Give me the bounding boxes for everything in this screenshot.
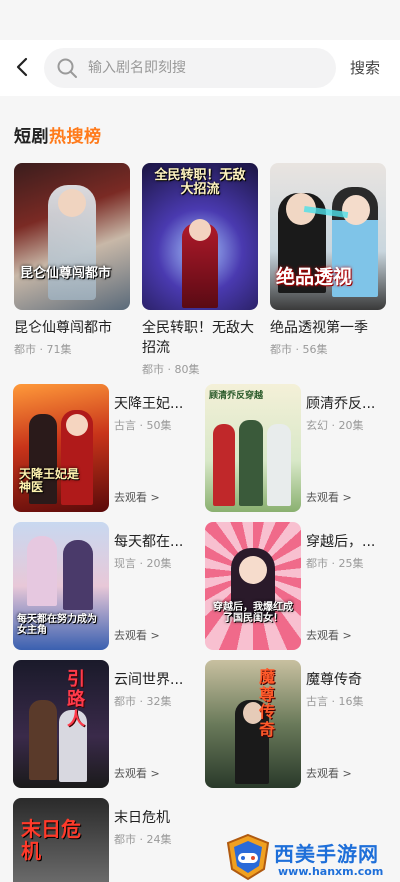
- hot-item[interactable]: 昆仑仙尊闯都市 昆仑仙尊闯都市 都市 · 71集: [14, 163, 130, 357]
- drama-list-item[interactable]: 末日危机 末日危机 都市 · 24集: [13, 798, 199, 882]
- hot-item[interactable]: 绝品透视 绝品透视第一季 都市 · 56集: [270, 163, 386, 357]
- drama-title: 云间世界...: [114, 672, 184, 688]
- watch-link[interactable]: 去观看 >: [306, 489, 352, 505]
- cover-image: 顾清乔反穿越: [205, 384, 301, 512]
- search-input[interactable]: [88, 60, 318, 76]
- hot-item-name: 绝品透视第一季: [270, 320, 368, 336]
- drama-meta: 玄幻 · 20集: [306, 419, 364, 432]
- hot-item[interactable]: 全民转职！无敌大招流 全民转职！无敌大招流 都市 · 80集: [142, 163, 258, 377]
- back-button[interactable]: [10, 54, 34, 80]
- drama-list-item[interactable]: 每天都在努力成为女主角 每天都在... 现言 · 20集 去观看 >: [13, 522, 199, 650]
- drama-meta: 都市 · 32集: [114, 695, 172, 708]
- cover-title: 天降王妃是神医: [19, 467, 80, 495]
- cover-image: 绝品透视: [270, 163, 386, 310]
- cover-title: 全民转职！无敌大招流: [154, 168, 246, 198]
- cover-image: 穿越后，我爆红成了国民闺女！: [205, 522, 301, 650]
- drama-meta: 古言 · 50集: [114, 419, 172, 432]
- watermark-title: 西美手游网: [274, 842, 379, 866]
- section-title-main: 短剧: [14, 127, 49, 147]
- section-title: 短剧热搜榜: [14, 122, 102, 147]
- back-arrow-icon: [16, 57, 28, 77]
- drama-title: 天降王妃...: [114, 396, 184, 412]
- drama-title: 每天都在...: [114, 534, 184, 550]
- drama-meta: 现言 · 20集: [114, 557, 172, 570]
- search-icon: [57, 58, 77, 78]
- hot-item-name: 全民转职！无敌大招流: [142, 320, 254, 356]
- cover-title: 穿越后，我爆红成了国民闺女！: [213, 602, 293, 624]
- watch-link[interactable]: 去观看 >: [114, 765, 160, 781]
- drama-list-item[interactable]: 引路人 云间世界... 都市 · 32集 去观看 >: [13, 660, 199, 788]
- cover-title: 顾清乔反穿越: [209, 391, 264, 401]
- hot-item-name: 昆仑仙尊闯都市: [14, 320, 112, 336]
- drama-meta: 古言 · 16集: [306, 695, 364, 708]
- drama-title: 末日危机: [114, 810, 170, 826]
- hot-item-meta: 都市 · 80集: [142, 363, 200, 376]
- drama-title: 魔尊传奇: [306, 672, 362, 688]
- cover-image: 末日危机: [13, 798, 109, 882]
- watch-link[interactable]: 去观看 >: [306, 627, 352, 643]
- cover-title: 昆仑仙尊闯都市: [20, 266, 112, 281]
- cover-image: 魔尊传奇: [205, 660, 301, 788]
- hot-item-meta: 都市 · 71集: [14, 343, 72, 356]
- cover-title: 绝品透视: [276, 266, 353, 288]
- watch-link[interactable]: 去观看 >: [114, 489, 160, 505]
- section-title-highlight: 热搜榜: [49, 127, 102, 147]
- cover-image: 昆仑仙尊闯都市: [14, 163, 130, 310]
- search-button[interactable]: 搜索: [350, 57, 380, 78]
- hot-item-meta: 都市 · 56集: [270, 343, 328, 356]
- drama-title: 顾清乔反...: [306, 396, 376, 412]
- cover-title: 引路人: [67, 669, 85, 730]
- top-bar: 搜索: [0, 40, 400, 96]
- drama-list-item[interactable]: 天降王妃是神医 天降王妃... 古言 · 50集 去观看 >: [13, 384, 199, 512]
- drama-meta: 都市 · 25集: [306, 557, 364, 570]
- watermark: 西美手游网 www.hanxm.com: [222, 832, 400, 882]
- cover-image: 引路人: [13, 660, 109, 788]
- cover-image: 天降王妃是神医: [13, 384, 109, 512]
- cover-image: 全民转职！无敌大招流: [142, 163, 258, 310]
- watermark-url: www.hanxm.com: [278, 865, 384, 878]
- watch-link[interactable]: 去观看 >: [306, 765, 352, 781]
- cover-title: 魔尊传奇: [259, 667, 276, 739]
- search-box[interactable]: [44, 48, 336, 88]
- cover-title: 每天都在努力成为女主角: [17, 614, 97, 636]
- drama-list-item[interactable]: 顾清乔反穿越 顾清乔反... 玄幻 · 20集 去观看 >: [205, 384, 391, 512]
- drama-meta: 都市 · 24集: [114, 833, 172, 846]
- cover-image: 每天都在努力成为女主角: [13, 522, 109, 650]
- drama-list-item[interactable]: 穿越后，我爆红成了国民闺女！ 穿越后，... 都市 · 25集 去观看 >: [205, 522, 391, 650]
- cover-title: 末日危机: [21, 817, 81, 863]
- drama-list-item[interactable]: 魔尊传奇 魔尊传奇 古言 · 16集 去观看 >: [205, 660, 391, 788]
- drama-title: 穿越后，...: [306, 534, 376, 550]
- watch-link[interactable]: 去观看 >: [114, 627, 160, 643]
- gamepad-shield-logo: [226, 833, 270, 881]
